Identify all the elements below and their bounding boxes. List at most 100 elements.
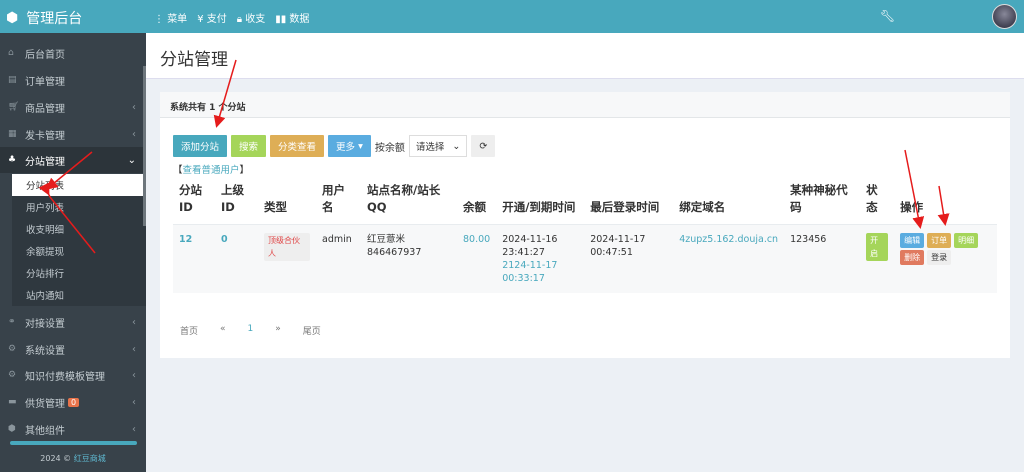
- page-title: 分站管理: [160, 50, 228, 70]
- progress-bar: [10, 441, 137, 445]
- cell-actions: 编辑 订单 明细 删除 登录: [894, 224, 997, 293]
- add-substation-button[interactable]: 添加分站: [173, 135, 228, 157]
- sidebar-sub-substation-list[interactable]: 分站列表: [12, 174, 146, 196]
- col-username: 用户名: [316, 178, 361, 225]
- cell-parent[interactable]: 0: [215, 224, 258, 293]
- sidebar-item-orders[interactable]: ▤ 订单管理: [0, 67, 146, 93]
- chevron-left-icon: ‹: [132, 369, 136, 381]
- detail-button[interactable]: 明细: [954, 233, 979, 248]
- substation-panel: 系统共有 1 个分站 添加分站 搜索 分类查看 更多 ▾ 按余额 请选择 ⌄ ⟳ …: [160, 92, 1010, 358]
- sidebar: ⌂ 后台首页 ▤ 订单管理 🛒︎ 商品管理 ‹ ▦ 发卡管理 ‹ ♣ 分站管理 ⌄ 分站列表 用…: [0, 33, 146, 472]
- truck-icon: ▬: [8, 397, 17, 407]
- chevron-left-icon: ‹: [132, 396, 136, 408]
- col-actions: 操作: [894, 178, 997, 225]
- sidebar-scrollbar[interactable]: [143, 66, 146, 226]
- grid-icon: ▦: [8, 129, 17, 139]
- sidebar-item-supply[interactable]: ▬ 供货管理 0 ‹: [0, 389, 146, 415]
- chevron-left-icon: ‹: [132, 101, 136, 113]
- pagination: 首页 « 1 » 尾页: [180, 324, 343, 337]
- category-view-button[interactable]: 分类查看: [270, 135, 325, 157]
- chevron-left-icon: ‹: [132, 128, 136, 140]
- view-users-link[interactable]: 【查看普通用户】: [173, 162, 249, 176]
- chevron-left-icon: ‹: [132, 316, 136, 328]
- brand[interactable]: ⬢ 管理后台: [6, 8, 82, 28]
- col-code: 某种神秘代码: [784, 178, 861, 225]
- gear-icon: ⚙: [8, 344, 17, 354]
- sidebar-sub-notice[interactable]: 站内通知: [12, 284, 146, 306]
- sidebar-sub-user-list[interactable]: 用户列表: [12, 196, 146, 218]
- nav-pay[interactable]: ¥ 支付: [197, 10, 227, 25]
- sidebar-item-system[interactable]: ⚙ 系统设置 ‹: [0, 336, 146, 362]
- nav-data[interactable]: ▮▮ 数据: [275, 10, 309, 25]
- col-site: 站点名称/站长QQ: [361, 178, 457, 225]
- sidebar-sub-withdraw[interactable]: 余额提现: [12, 240, 146, 262]
- sidebar-sub-ranking[interactable]: 分站排行: [12, 262, 146, 284]
- page-prev[interactable]: «: [220, 324, 226, 337]
- cart-icon: 🛒︎: [8, 102, 20, 112]
- col-parent-id: 上级ID: [215, 178, 258, 225]
- sidebar-sub-finance-detail[interactable]: 收支明细: [12, 218, 146, 240]
- search-button[interactable]: 搜索: [231, 135, 267, 157]
- col-type: 类型: [258, 178, 316, 225]
- cell-user: admin: [316, 224, 361, 293]
- table-row: 12 0 顶级合伙人 admin 红豆薏米 846467937 80.00 202…: [173, 224, 997, 293]
- sitemap-icon: ♣: [8, 155, 17, 165]
- cogs-icon: ⚙: [8, 370, 17, 380]
- nav-menu[interactable]: ⋮ 菜单: [154, 10, 187, 25]
- chevron-left-icon: ‹: [132, 423, 136, 435]
- more-dropdown[interactable]: 更多 ▾: [328, 135, 371, 157]
- sidebar-item-docking[interactable]: ⚭ 对接设置 ‹: [0, 309, 146, 335]
- sidebar-item-cards[interactable]: ▦ 发卡管理 ‹: [0, 121, 146, 147]
- cell-last-login: 2024-11-17 00:47:51: [584, 224, 674, 293]
- col-domain: 绑定域名: [673, 178, 785, 225]
- cell-type: 顶级合伙人: [258, 224, 316, 293]
- delete-button[interactable]: 删除: [900, 250, 925, 265]
- balance-label: 按余额: [374, 142, 405, 154]
- col-open-time: 开通/到期时间: [496, 178, 585, 225]
- supply-badge: 0: [68, 397, 80, 407]
- page-1[interactable]: 1: [248, 324, 254, 337]
- cube-icon: ⬢: [8, 424, 16, 434]
- cube-icon: ⬢: [6, 10, 19, 26]
- col-last-login: 最后登录时间: [584, 178, 674, 225]
- col-balance: 余额: [457, 178, 497, 225]
- sidebar-footer: 2024 © 红豆商城: [40, 454, 106, 463]
- sidebar-item-substations[interactable]: ♣ 分站管理 ⌄: [0, 147, 146, 173]
- page-first[interactable]: 首页: [180, 324, 198, 337]
- balance-select[interactable]: 请选择 ⌄: [408, 135, 468, 157]
- substation-table: 分站ID 上级ID 类型 用户名 站点名称/站长QQ 余额 开通/到期时间 最后…: [173, 178, 997, 293]
- list-icon: ▤: [8, 75, 17, 85]
- nav-finance[interactable]: 🔒︎ 收支: [237, 10, 266, 25]
- page-last[interactable]: 尾页: [303, 324, 321, 337]
- status-badge[interactable]: 开启: [866, 233, 889, 261]
- page-next[interactable]: »: [275, 324, 281, 337]
- orders-button[interactable]: 订单: [927, 233, 952, 248]
- cell-balance: 80.00: [457, 224, 497, 293]
- avatar[interactable]: [992, 4, 1017, 29]
- edit-button[interactable]: 编辑: [900, 233, 925, 248]
- top-bar: ⬢ 管理后台 ⋮ 菜单 ¥ 支付 🔒︎ 收支 ▮▮ 数据 🔧︎: [0, 0, 1024, 33]
- home-icon: ⌂: [8, 48, 14, 58]
- chevron-left-icon: ‹: [132, 343, 136, 355]
- wrench-icon[interactable]: 🔧︎: [880, 9, 895, 23]
- col-status: 状态: [860, 178, 895, 225]
- login-button[interactable]: 登录: [927, 250, 952, 265]
- page-header: 分站管理: [146, 33, 1024, 79]
- cell-code: 123456: [784, 224, 861, 293]
- chevron-down-icon: ⌄: [452, 140, 461, 152]
- sidebar-item-products[interactable]: 🛒︎ 商品管理 ‹: [0, 94, 146, 120]
- refresh-button[interactable]: ⟳: [471, 135, 496, 157]
- footer-link[interactable]: 红豆商城: [74, 454, 106, 463]
- domain-link[interactable]: 4zupz5.162.douja.cn: [673, 224, 785, 293]
- col-id: 分站ID: [173, 178, 215, 225]
- cell-status: 开启: [860, 224, 895, 293]
- cell-site: 红豆薏米 846467937: [361, 224, 457, 293]
- sidebar-item-home[interactable]: ⌂ 后台首页: [0, 40, 146, 66]
- cell-times: 2024-11-16 23:41:27 2124-11-17 00:33:17: [496, 224, 585, 293]
- cell-id[interactable]: 12: [173, 224, 215, 293]
- refresh-icon: ⟳: [479, 140, 488, 152]
- sidebar-item-other[interactable]: ⬢ 其他组件 ‹: [0, 416, 146, 442]
- sidebar-item-templates[interactable]: ⚙ 知识付费模板管理 ‹: [0, 362, 146, 388]
- chevron-down-icon: ⌄: [127, 154, 136, 166]
- panel-title: 系统共有 1 个分站: [160, 92, 1010, 118]
